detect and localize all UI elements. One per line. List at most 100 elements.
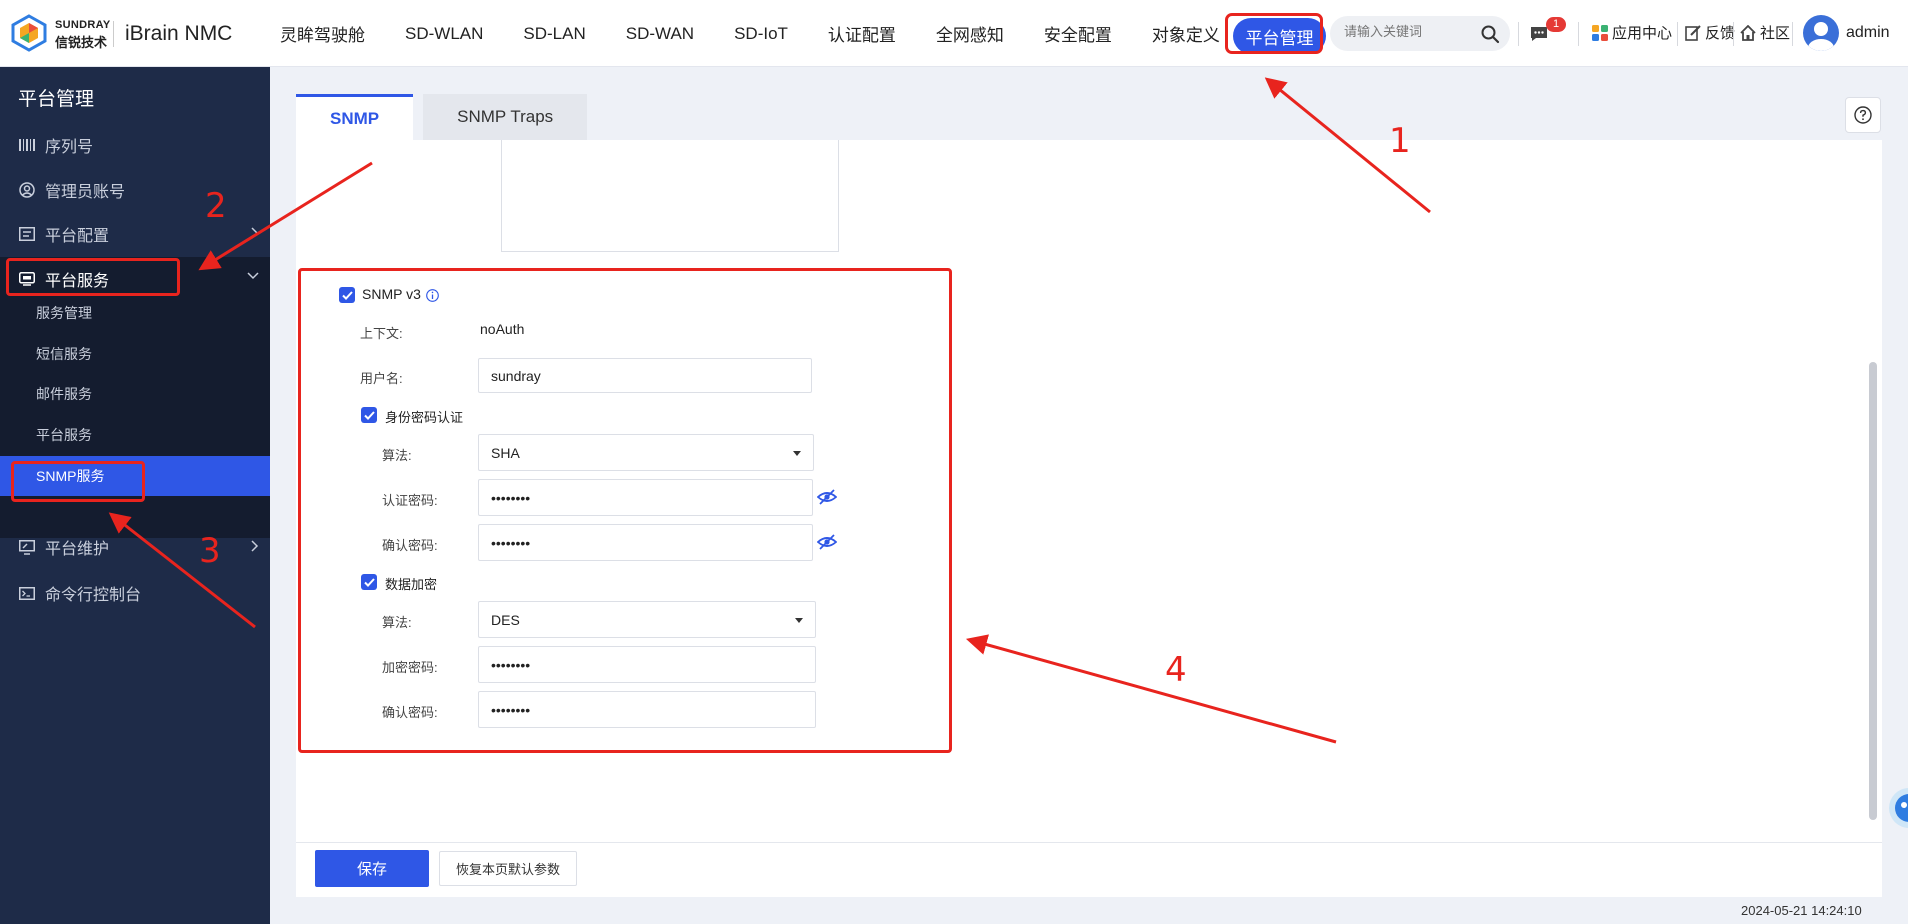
restore-defaults-button[interactable]: 恢复本页默认参数 [439, 851, 577, 886]
sidebar-item-label: 平台配置 [45, 228, 110, 245]
help-icon [1854, 106, 1872, 124]
annotation-number-4: 4 [1165, 650, 1187, 690]
sidebar-item-platform-config[interactable]: 平台配置 [0, 212, 270, 256]
sidebar-item-label: 序列号 [45, 139, 94, 156]
auth-algo-select[interactable]: SHA [478, 434, 814, 471]
sidebar-item-label: 管理员账号 [45, 184, 126, 201]
nav-security-config[interactable]: 安全配置 [1044, 21, 1112, 46]
chevron-right-icon [251, 540, 259, 552]
auth-password-value: •••••••• [491, 489, 531, 506]
platform-service-submenu: 服务管理 短信服务 邮件服务 平台服务 SNMP服务 [0, 293, 270, 538]
annotation-number-2: 2 [205, 186, 227, 226]
nav-sd-wan[interactable]: SD-WAN [626, 24, 694, 44]
sidebar-item-platform-maintenance[interactable]: 平台维护 [0, 525, 270, 569]
search-input[interactable] [1344, 24, 1474, 39]
sidebar-item-label: 命令行控制台 [45, 587, 142, 604]
nav-sd-wlan[interactable]: SD-WLAN [405, 24, 483, 44]
tab-snmp-traps[interactable]: SNMP Traps [423, 94, 588, 140]
system-time: 2024-05-21 14:24:10 [1741, 903, 1862, 918]
encrypt-password-value: •••••••• [491, 656, 531, 673]
toolbar-divider [1677, 22, 1678, 46]
product-name: iBrain NMC [125, 22, 233, 45]
monitor-icon [18, 538, 36, 556]
sidebar-subitem-mail-service[interactable]: 邮件服务 [0, 374, 270, 414]
sidebar: 平台管理 序列号 管理员账号 平台配置 平台服务 服务管理 短信服务 邮件服务 … [0, 67, 270, 924]
form-footer: 保存 恢复本页默认参数 [296, 842, 1882, 897]
context-value: noAuth [480, 321, 525, 337]
context-label: 上下文: [360, 326, 403, 341]
sidebar-item-label: 平台服务 [45, 273, 110, 290]
username-input[interactable]: sundray [478, 358, 812, 393]
check-icon [341, 290, 353, 300]
assistant-float-icon[interactable] [1877, 778, 1908, 838]
sidebar-subitem-platform-service[interactable]: 平台服务 [0, 415, 270, 455]
nav-sd-iot[interactable]: SD-IoT [734, 24, 788, 44]
eye-hidden-icon[interactable] [817, 489, 837, 505]
encrypt-confirm-label: 确认密码: [382, 705, 438, 720]
toolbar-divider [1733, 22, 1734, 46]
dropdown-caret-icon [793, 451, 801, 456]
snmp-v3-label: SNMP v3 [362, 286, 421, 302]
home-icon [1740, 24, 1756, 41]
snmp-panel: SNMP v3 上下文: noAuth 用户名: sundray 身份密码认证 … [296, 140, 1882, 842]
sidebar-item-serial[interactable]: 序列号 [0, 123, 270, 167]
user-circle-icon [18, 181, 36, 199]
save-button[interactable]: 保存 [315, 850, 429, 887]
feedback-button[interactable]: 反馈 [1685, 22, 1735, 43]
search-box [1330, 16, 1510, 51]
app-grid-icon [1592, 24, 1608, 41]
sidebar-item-admin-account[interactable]: 管理员账号 [0, 168, 270, 212]
user-name[interactable]: admin [1846, 24, 1890, 42]
auth-password-label: 认证密码: [382, 493, 438, 508]
community-button[interactable]: 社区 [1740, 22, 1790, 43]
edit-icon [1685, 24, 1701, 41]
brand-name-cn: 信锐技术 [55, 35, 108, 50]
encrypt-password-input[interactable]: •••••••• [478, 646, 816, 683]
auth-label: 身份密码认证 [385, 410, 464, 425]
sundray-logo [11, 14, 47, 52]
chevron-down-icon [247, 272, 259, 280]
annotation-box-1 [1225, 13, 1323, 54]
sidebar-subitem-snmp-service[interactable]: SNMP服务 [0, 456, 270, 496]
terminal-icon [18, 584, 36, 602]
annotation-number-1: 1 [1389, 121, 1411, 161]
snmp-v3-checkbox[interactable] [339, 287, 355, 303]
nav-sd-lan[interactable]: SD-LAN [523, 24, 585, 44]
message-icon[interactable] [1530, 26, 1548, 42]
help-button[interactable] [1845, 97, 1881, 133]
avatar[interactable] [1803, 15, 1839, 51]
tab-snmp[interactable]: SNMP [296, 94, 414, 140]
sidebar-subitem-sms-service[interactable]: 短信服务 [0, 334, 270, 374]
top-bar: SUNDRAY 信锐技术 iBrain NMC 灵眸驾驶舱 SD-WLAN SD… [0, 0, 1908, 67]
previous-textarea[interactable] [501, 140, 839, 252]
sidebar-title: 平台管理 [18, 89, 95, 110]
auth-checkbox[interactable] [361, 407, 377, 423]
main-nav: 灵眸驾驶舱 SD-WLAN SD-LAN SD-WAN SD-IoT 认证配置 … [280, 0, 1260, 67]
eye-hidden-icon[interactable] [817, 534, 837, 550]
chevron-right-icon [251, 227, 259, 239]
user-avatar-icon [1808, 22, 1834, 51]
encrypt-algo-select[interactable]: DES [478, 601, 816, 638]
check-icon [363, 577, 375, 587]
community-label: 社区 [1760, 25, 1791, 42]
sidebar-item-cli-console[interactable]: 命令行控制台 [0, 571, 270, 615]
app-center-button[interactable]: 应用中心 [1592, 22, 1672, 43]
encrypt-password-label: 加密密码: [382, 660, 438, 675]
panel-scrollbar[interactable] [1869, 362, 1877, 820]
encrypt-label: 数据加密 [385, 577, 438, 592]
search-icon[interactable] [1480, 24, 1500, 44]
encrypt-confirm-value: •••••••• [491, 701, 531, 718]
encrypt-confirm-input[interactable]: •••••••• [478, 691, 816, 728]
auth-confirm-value: •••••••• [491, 534, 531, 551]
nav-cockpit[interactable]: 灵眸驾驶舱 [280, 21, 365, 46]
brand-name-en: SUNDRAY [55, 19, 111, 31]
info-icon[interactable] [426, 289, 439, 302]
nav-object-definition[interactable]: 对象定义 [1152, 21, 1220, 46]
auth-confirm-input[interactable]: •••••••• [478, 524, 813, 561]
encrypt-checkbox[interactable] [361, 574, 377, 590]
toolbar-divider [1792, 22, 1793, 46]
nav-network-sensing[interactable]: 全网感知 [936, 21, 1004, 46]
auth-password-input[interactable]: •••••••• [478, 479, 813, 516]
nav-auth-config[interactable]: 认证配置 [828, 21, 896, 46]
sidebar-subitem-service-management[interactable]: 服务管理 [0, 293, 270, 333]
